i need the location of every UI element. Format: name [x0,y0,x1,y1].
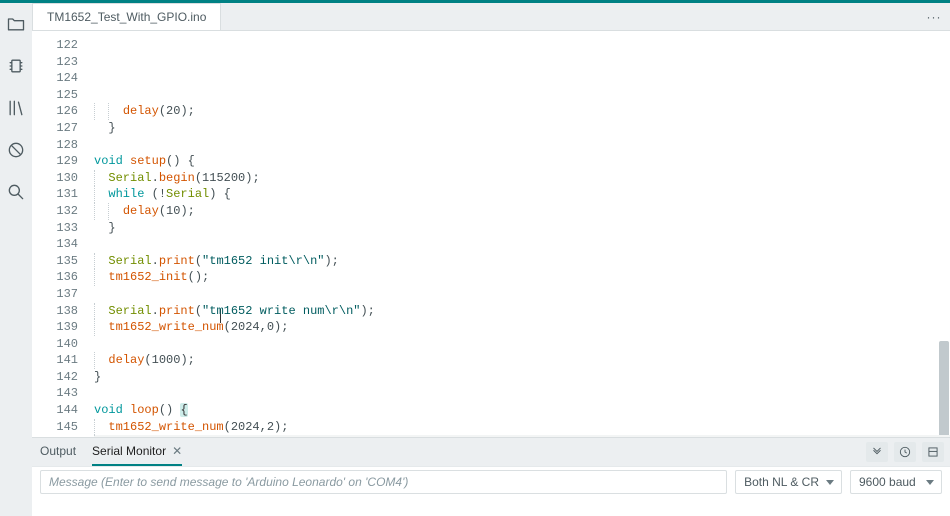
code-line[interactable]: } [94,220,950,237]
panel-actions [866,438,944,466]
serial-message-input[interactable] [40,470,727,494]
line-number: 127 [32,120,78,137]
line-number: 134 [32,236,78,253]
line-number: 125 [32,87,78,104]
line-number: 122 [32,37,78,54]
code-line[interactable]: delay(1000); [94,352,950,369]
code-line[interactable] [94,137,950,154]
debug-icon[interactable] [5,139,27,161]
line-number: 135 [32,253,78,270]
app-root: TM1652_Test_With_GPIO.ino ··· 1221231241… [0,0,950,516]
explorer-icon[interactable] [5,13,27,35]
line-number: 126 [32,103,78,120]
line-number: 133 [32,220,78,237]
line-ending-dropdown[interactable]: Both NL & CR [735,470,842,494]
line-number: 123 [32,54,78,71]
activity-bar [0,3,32,516]
line-number: 140 [32,336,78,353]
line-number: 142 [32,369,78,386]
code-line[interactable]: Serial.print("tm1652 init\r\n"); [94,253,950,270]
toggle-timestamp-button[interactable] [894,442,916,462]
code-line[interactable] [94,286,950,303]
tab-overflow-button[interactable]: ··· [918,3,950,30]
line-number: 138 [32,303,78,320]
line-number: 143 [32,385,78,402]
line-number: 128 [32,137,78,154]
line-number: 144 [32,402,78,419]
code-line[interactable]: delay(10); [94,203,950,220]
baud-rate-dropdown[interactable]: 9600 baud [850,470,942,494]
tab-serial-monitor[interactable]: Serial Monitor ✕ [92,438,182,466]
line-number: 130 [32,170,78,187]
line-number: 146 [32,435,78,437]
line-number: 132 [32,203,78,220]
line-number: 131 [32,186,78,203]
tab-file-label: TM1652_Test_With_GPIO.ino [47,10,206,24]
toggle-autoscroll-button[interactable] [866,442,888,462]
line-number: 145 [32,419,78,436]
code-line[interactable]: tm1652_write_num(2024,2); [94,419,950,436]
search-icon[interactable] [5,181,27,203]
line-number: 141 [32,352,78,369]
code-line[interactable]: void loop() { [94,402,950,419]
code-line[interactable]: tm1652_init(); [94,269,950,286]
line-number-gutter: 1221231241251261271281291301311321331341… [32,31,86,437]
code-area[interactable]: delay(20); } void setup() { Serial.begin(… [86,31,950,437]
bottom-panel: Output Serial Monitor ✕ Both NL & CR 960… [32,437,950,516]
code-line[interactable] [94,336,950,353]
line-number: 137 [32,286,78,303]
tab-file[interactable]: TM1652_Test_With_GPIO.ino [32,3,221,30]
code-line[interactable]: Serial.begin(115200); [94,170,950,187]
code-line[interactable]: } [94,120,950,137]
tab-bar: TM1652_Test_With_GPIO.ino ··· [32,3,950,31]
serial-controls: Both NL & CR 9600 baud [32,466,950,496]
code-line[interactable]: Serial.print("tm1652 write num\r\n"); [94,303,950,320]
library-manager-icon[interactable] [5,97,27,119]
code-line[interactable]: void setup() { [94,153,950,170]
code-line[interactable]: while (!Serial) { [94,186,950,203]
code-line[interactable]: } [94,369,950,386]
line-number: 124 [32,70,78,87]
line-number: 136 [32,269,78,286]
code-line[interactable]: tm1652_write_num(2024,0); [94,319,950,336]
close-icon[interactable]: ✕ [172,444,182,458]
line-number: 139 [32,319,78,336]
panel-tabs: Output Serial Monitor ✕ [32,438,950,466]
board-manager-icon[interactable] [5,55,27,77]
main-area: TM1652_Test_With_GPIO.ino ··· 1221231241… [32,3,950,516]
code-line[interactable]: delay(1000); [94,435,950,437]
code-line[interactable]: delay(20); [94,103,950,120]
code-line[interactable] [94,385,950,402]
line-number: 129 [32,153,78,170]
tabbar-spacer [221,3,918,30]
code-line[interactable] [94,236,950,253]
code-editor[interactable]: 1221231241251261271281291301311321331341… [32,31,950,437]
tab-output[interactable]: Output [40,438,76,466]
clear-output-button[interactable] [922,442,944,462]
serial-output [32,496,950,516]
